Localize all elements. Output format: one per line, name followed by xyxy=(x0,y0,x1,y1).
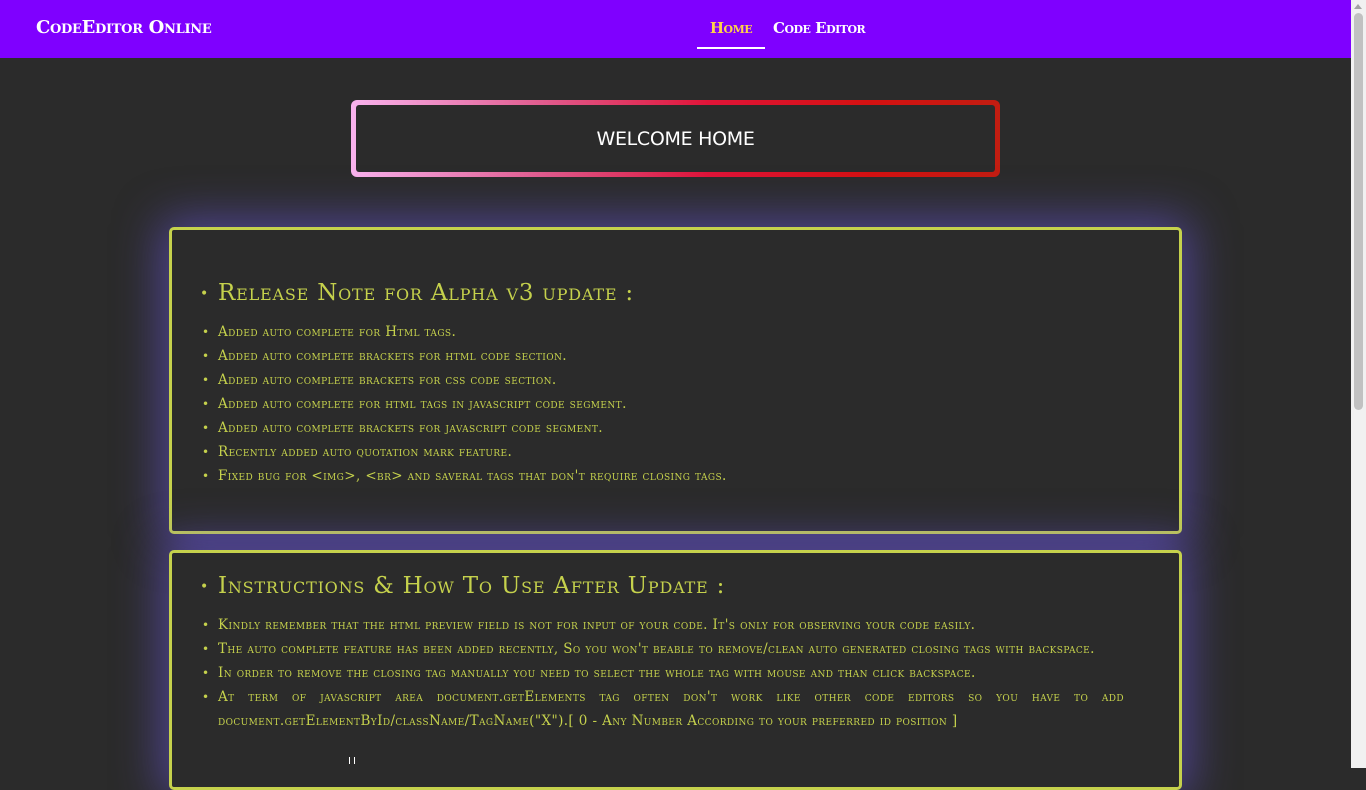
brand-logo-text[interactable]: CodeEditor Online xyxy=(36,17,212,38)
list-item: Added auto complete for Html tags. xyxy=(202,320,1124,344)
text-cursor-icon xyxy=(349,757,355,764)
nav-links: Home Code Editor xyxy=(697,0,866,58)
scroll-up-arrow-icon[interactable] xyxy=(1354,4,1362,9)
instructions-list: Kindly remember that the html preview fi… xyxy=(202,613,1124,733)
top-navbar: CodeEditor Online Home Code Editor xyxy=(0,0,1351,58)
release-notes-heading: Release Note for Alpha v3 update : xyxy=(200,280,634,306)
release-notes-list: Added auto complete for Html tags. Added… xyxy=(202,320,1124,488)
list-item: Recently added auto quotation mark featu… xyxy=(202,440,1124,464)
instructions-card: Instructions & How To Use After Update :… xyxy=(169,550,1182,790)
welcome-title: WELCOME HOME xyxy=(356,105,995,172)
list-item: Kindly remember that the html preview fi… xyxy=(202,613,1124,637)
list-item: At term of javascript area document.getE… xyxy=(202,685,1124,733)
welcome-banner: WELCOME HOME xyxy=(351,100,1000,177)
release-notes-card: Release Note for Alpha v3 update : Added… xyxy=(169,227,1182,534)
list-item: In order to remove the closing tag manua… xyxy=(202,661,1124,685)
list-item: The auto complete feature has been added… xyxy=(202,637,1124,661)
list-item: Added auto complete brackets for javascr… xyxy=(202,416,1124,440)
list-item: Added auto complete brackets for css cod… xyxy=(202,368,1124,392)
nav-link-code-editor[interactable]: Code Editor xyxy=(773,0,866,58)
page-scrollbar-thumb[interactable] xyxy=(1354,13,1363,410)
list-item: Fixed bug for <img>, <br> and saveral ta… xyxy=(202,464,1124,488)
list-item: Added auto complete brackets for html co… xyxy=(202,344,1124,368)
instructions-heading: Instructions & How To Use After Update : xyxy=(200,573,725,599)
list-item: Added auto complete for html tags in jav… xyxy=(202,392,1124,416)
nav-link-home[interactable]: Home xyxy=(697,0,765,58)
